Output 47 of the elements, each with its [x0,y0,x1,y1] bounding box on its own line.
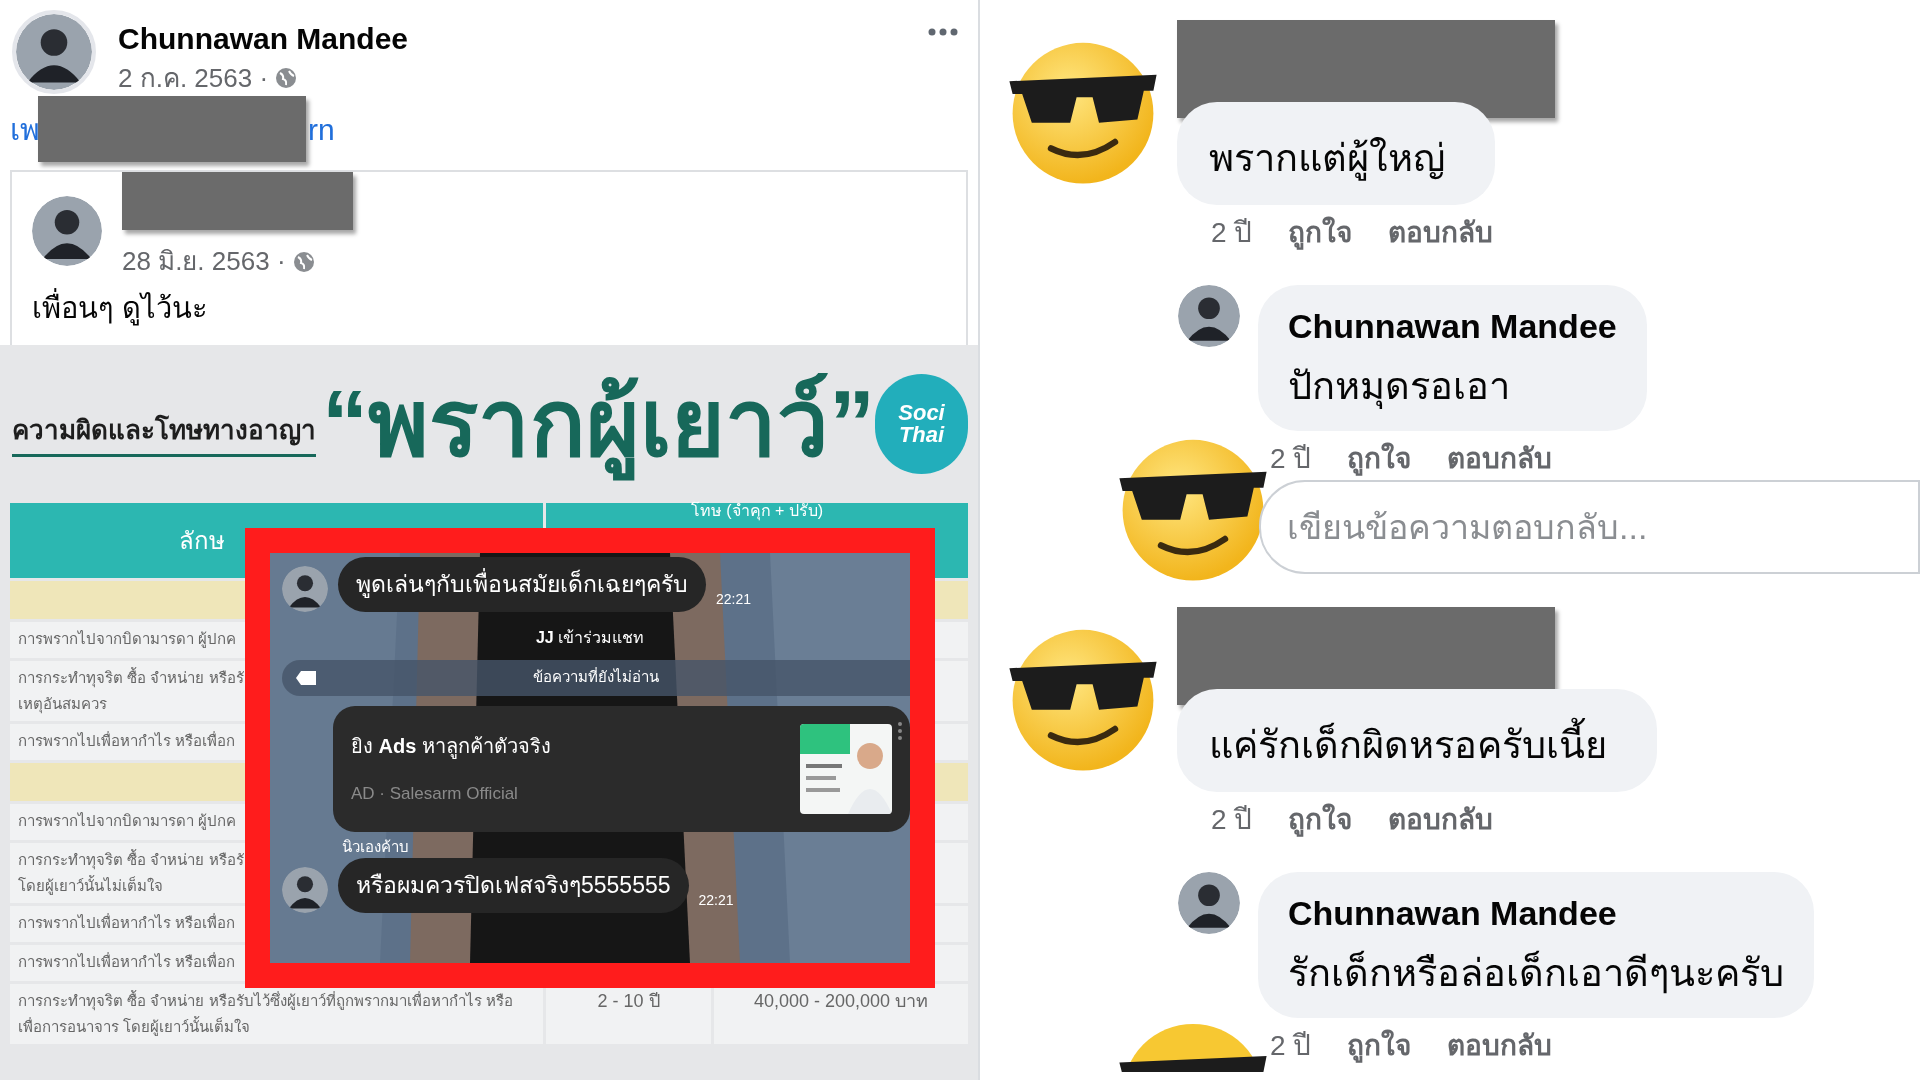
infographic-subtitle: ความผิดและโทษทางอาญา [12,411,316,457]
avatar[interactable] [1178,872,1240,934]
globe-icon [274,66,299,90]
like-link[interactable]: ถูกใจ [1347,441,1412,477]
comment-time: 2 ปี [1211,216,1253,250]
comment-author[interactable]: Chunnawan Mandee [1288,301,1617,352]
reply-link[interactable]: ตอบกลับ [1388,215,1494,251]
like-link[interactable]: ถูกใจ [1288,802,1353,838]
comment-time: 2 ปี [1270,1029,1312,1063]
table-cell: การพรากไปจากบิดามารดา ผู้ปกค [18,812,237,829]
post-date[interactable]: 28 มิ.ย. 2563 · [122,242,286,281]
link-text[interactable]: เพ [10,106,40,152]
like-link[interactable]: ถูกใจ [1347,1028,1412,1064]
avatar[interactable] [16,14,92,90]
comment-text: รักเด็กหรือล่อเด็กเอาดีๆนะครับ [1288,949,1784,996]
comment-time: 2 ปี [1211,803,1253,837]
avatar[interactable] [1178,285,1240,347]
comment-time: 2 ปี [1270,442,1312,476]
table-cell: การพรากไปจากบิดามารดา ผู้ปกค [18,630,237,647]
link-text[interactable]: rn [308,106,335,152]
more-icon[interactable] [928,28,958,36]
column-heading: โทษ (จำคุก + ปรับ) [690,500,824,523]
post-text: เพื่อนๆ ดูไว้นะ [32,287,966,331]
table-cell: การกระทำทุจริต ซื้อ จำหน่าย หรือรับไว้ซึ่งผู้เยาว์ที่ถูกพรากมาเพื่อหากำไร หรือ เพื่อการอนาจาร โดยผู้เยาว์นั้นเต็มใจ [18,992,513,1035]
column-heading: ลักษ [178,525,225,556]
table-cell: 40,000 - 200,000 บาท [753,991,929,1011]
like-link[interactable]: ถูกใจ [1288,215,1353,251]
comment-author[interactable]: Chunnawan Mandee [1288,888,1784,939]
comment-text: ปักหมุดรอเอา [1288,364,1511,411]
reply-link[interactable]: ตอบกลับ [1447,441,1553,477]
table-cell: การกระทำทุจริต ซื้อ จำหน่าย หรือรั โดยผู้เยาว์นั้นไม่เต็มใจ [18,851,244,894]
table-cell: 2 - 10 ปี [597,991,660,1011]
infographic-title: “พรากผู้เยาว์” [322,357,875,491]
table-cell: การกระทำทุจริต ซื้อ จำหน่าย หรือรั เหตุอันสมควร [18,669,244,712]
avatar[interactable] [32,196,102,266]
comment-bubble: พรากแต่ผู้ใหญ่ [1177,102,1495,205]
logo-badge: Soci Thai [875,374,968,474]
reply-link[interactable]: ตอบกลับ [1447,1028,1553,1064]
post-date[interactable]: 2 ก.ค. 2563 · [118,63,269,93]
table-cell: การพรากไปเพื่อหากำไร หรือเพื่อก [18,914,236,931]
comment-bubble: แค่รักเด็กผิดหรอครับเนี้ย [1177,689,1657,792]
reply-input[interactable]: เขียนข้อความตอบกลับ... [1259,480,1920,574]
table-cell: การพรากไปเพื่อหากำไร หรือเพื่อก [18,953,236,970]
globe-icon [291,249,316,274]
post-author[interactable]: Chunnawan Mandee [118,16,409,61]
reply-link[interactable]: ตอบกลับ [1388,802,1494,838]
table-cell: การพรากไปเพื่อหากำไร หรือเพื่อก [18,732,236,749]
